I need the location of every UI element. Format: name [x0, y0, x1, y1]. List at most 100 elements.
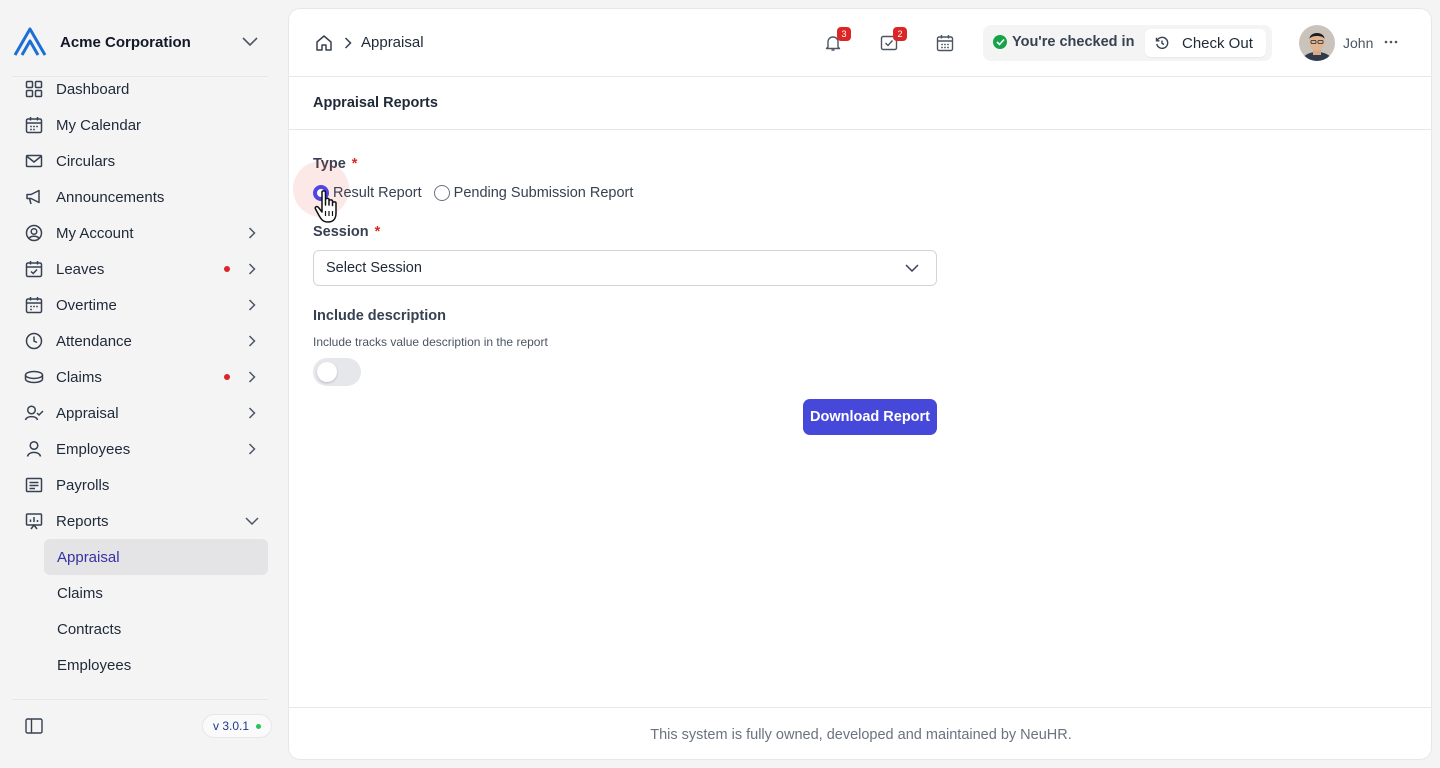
- sidebar-item-claims[interactable]: Claims: [12, 359, 268, 395]
- chevron-down-icon: [244, 513, 260, 529]
- checkin-status-label: You're checked in: [1012, 34, 1135, 50]
- sidebar-item-label: Overtime: [56, 296, 117, 314]
- radio-pending-submission-report[interactable]: Pending Submission Report: [433, 185, 634, 201]
- required-mark: *: [374, 224, 381, 240]
- clock-icon: [24, 331, 44, 351]
- megaphone-icon: [24, 187, 44, 207]
- home-icon[interactable]: [314, 33, 334, 53]
- type-radio-group: Result Report Pending Submission Report: [313, 183, 645, 203]
- calendar-check-icon: [24, 259, 44, 279]
- version-label: v 3.0.1: [213, 719, 250, 733]
- sidebar-nav: Dashboard My Calendar Circulars Announce…: [12, 77, 272, 697]
- sidebar-item-label: Attendance: [56, 332, 132, 350]
- chevron-down-icon: [238, 30, 262, 54]
- sidebar-item-label: Claims: [56, 368, 102, 386]
- session-select[interactable]: Select Session: [313, 250, 937, 286]
- checkin-status: You're checked in: [993, 34, 1134, 50]
- type-label: Type *: [313, 156, 357, 172]
- sidebar-item-circulars[interactable]: Circulars: [12, 143, 268, 179]
- tasks-inbox-icon[interactable]: 2: [877, 27, 907, 55]
- session-label: Session *: [313, 224, 380, 240]
- sidebar-item-attendance[interactable]: Attendance: [12, 323, 268, 359]
- required-mark: *: [351, 156, 358, 172]
- download-report-button[interactable]: Download Report: [803, 399, 937, 435]
- org-name: Acme Corporation: [60, 33, 191, 51]
- sidebar-item-label: Leaves: [56, 260, 105, 278]
- check-out-button[interactable]: Check Out: [1145, 29, 1266, 57]
- sidebar-subitem-label: Claims: [57, 584, 103, 602]
- user-circle-icon: [24, 223, 44, 243]
- page-title: Appraisal Reports: [313, 95, 438, 111]
- sidebar-subitem-label: Contracts: [57, 620, 122, 638]
- sidebar: Acme Corporation Dashboard My Calendar C…: [0, 0, 280, 768]
- calendar-icon: [24, 295, 44, 315]
- check-out-label: Check Out: [1182, 34, 1253, 52]
- sidebar-item-payrolls[interactable]: Payrolls: [12, 467, 268, 503]
- sidebar-item-label: My Account: [56, 224, 134, 242]
- sidebar-item-label: Dashboard: [56, 80, 130, 98]
- status-dot: [256, 723, 262, 729]
- notification-dot: [224, 266, 230, 272]
- mail-icon: [24, 151, 44, 171]
- sidebar-item-overtime[interactable]: Overtime: [12, 287, 268, 323]
- calendar-icon[interactable]: [933, 31, 957, 55]
- clock-rotate-icon: [1154, 35, 1170, 51]
- sidebar-item-label: Reports: [56, 512, 109, 530]
- sidebar-item-label: Circulars: [56, 152, 116, 170]
- sidebar-item-leaves[interactable]: Leaves: [12, 251, 268, 287]
- sidebar-subitem-employees[interactable]: Employees: [44, 647, 268, 683]
- user-check-icon: [24, 403, 44, 423]
- sidebar-subitem-contracts[interactable]: Contracts: [44, 611, 268, 647]
- chevron-right-icon: [244, 369, 260, 385]
- org-switcher[interactable]: Acme Corporation: [12, 24, 268, 60]
- coins-icon: [24, 367, 44, 387]
- notification-dot: [224, 374, 230, 380]
- include-description-label-text: Include description: [313, 308, 446, 324]
- user-icon: [24, 439, 44, 459]
- user-name[interactable]: John: [1343, 35, 1373, 51]
- check-circle-icon: [993, 35, 1007, 49]
- notification-count-badge: 3: [837, 27, 851, 41]
- include-description-hint: Include tracks value description in the …: [313, 335, 548, 349]
- dashboard-icon: [24, 79, 44, 99]
- sidebar-item-dashboard[interactable]: Dashboard: [12, 77, 268, 107]
- calendar-icon: [24, 115, 44, 135]
- sidebar-item-my-account[interactable]: My Account: [12, 215, 268, 251]
- session-select-value: Select Session: [326, 260, 422, 276]
- sidebar-item-reports[interactable]: Reports: [12, 503, 268, 539]
- sidebar-item-employees[interactable]: Employees: [12, 431, 268, 467]
- sidebar-subitem-label: Appraisal: [57, 548, 120, 566]
- sidebar-item-label: Employees: [56, 440, 131, 458]
- chevron-right-icon: [244, 333, 260, 349]
- chevron-right-icon: [244, 261, 260, 277]
- version-badge: v 3.0.1: [202, 714, 273, 738]
- sidebar-subitem-appraisal[interactable]: Appraisal: [44, 539, 268, 575]
- radio-label: Result Report: [333, 185, 422, 201]
- include-description-toggle[interactable]: [313, 358, 361, 386]
- radio-label: Pending Submission Report: [453, 185, 634, 201]
- topbar: Appraisal 3 2 You're checked in Check Ou…: [289, 9, 1431, 77]
- sidebar-item-announcements[interactable]: Announcements: [12, 179, 268, 215]
- sidebar-item-my-calendar[interactable]: My Calendar: [12, 107, 268, 143]
- include-description-label: Include description: [313, 308, 446, 324]
- chevron-right-icon: [244, 297, 260, 313]
- chevron-down-icon: [902, 258, 922, 278]
- notifications-bell-icon[interactable]: 3: [821, 27, 851, 55]
- chevron-right-icon: [244, 405, 260, 421]
- toggle-knob: [317, 362, 337, 382]
- avatar[interactable]: [1299, 25, 1335, 61]
- chevron-right-icon: [244, 441, 260, 457]
- sidebar-subitem-label: Employees: [57, 656, 132, 674]
- sidebar-subitem-claims[interactable]: Claims: [44, 575, 268, 611]
- checkin-panel: You're checked in Check Out: [983, 25, 1272, 61]
- breadcrumb-current[interactable]: Appraisal: [361, 34, 424, 51]
- sidebar-toggle-icon[interactable]: [24, 716, 44, 736]
- sidebar-item-label: My Calendar: [56, 116, 142, 134]
- radio-result-report[interactable]: Result Report: [313, 185, 422, 201]
- section-header: Appraisal Reports: [289, 77, 1431, 130]
- chevron-right-icon: [341, 35, 355, 51]
- sidebar-item-appraisal[interactable]: Appraisal: [12, 395, 268, 431]
- radio-button[interactable]: [433, 185, 450, 201]
- radio-button[interactable]: [313, 185, 329, 201]
- more-horizontal-icon[interactable]: [1383, 33, 1399, 51]
